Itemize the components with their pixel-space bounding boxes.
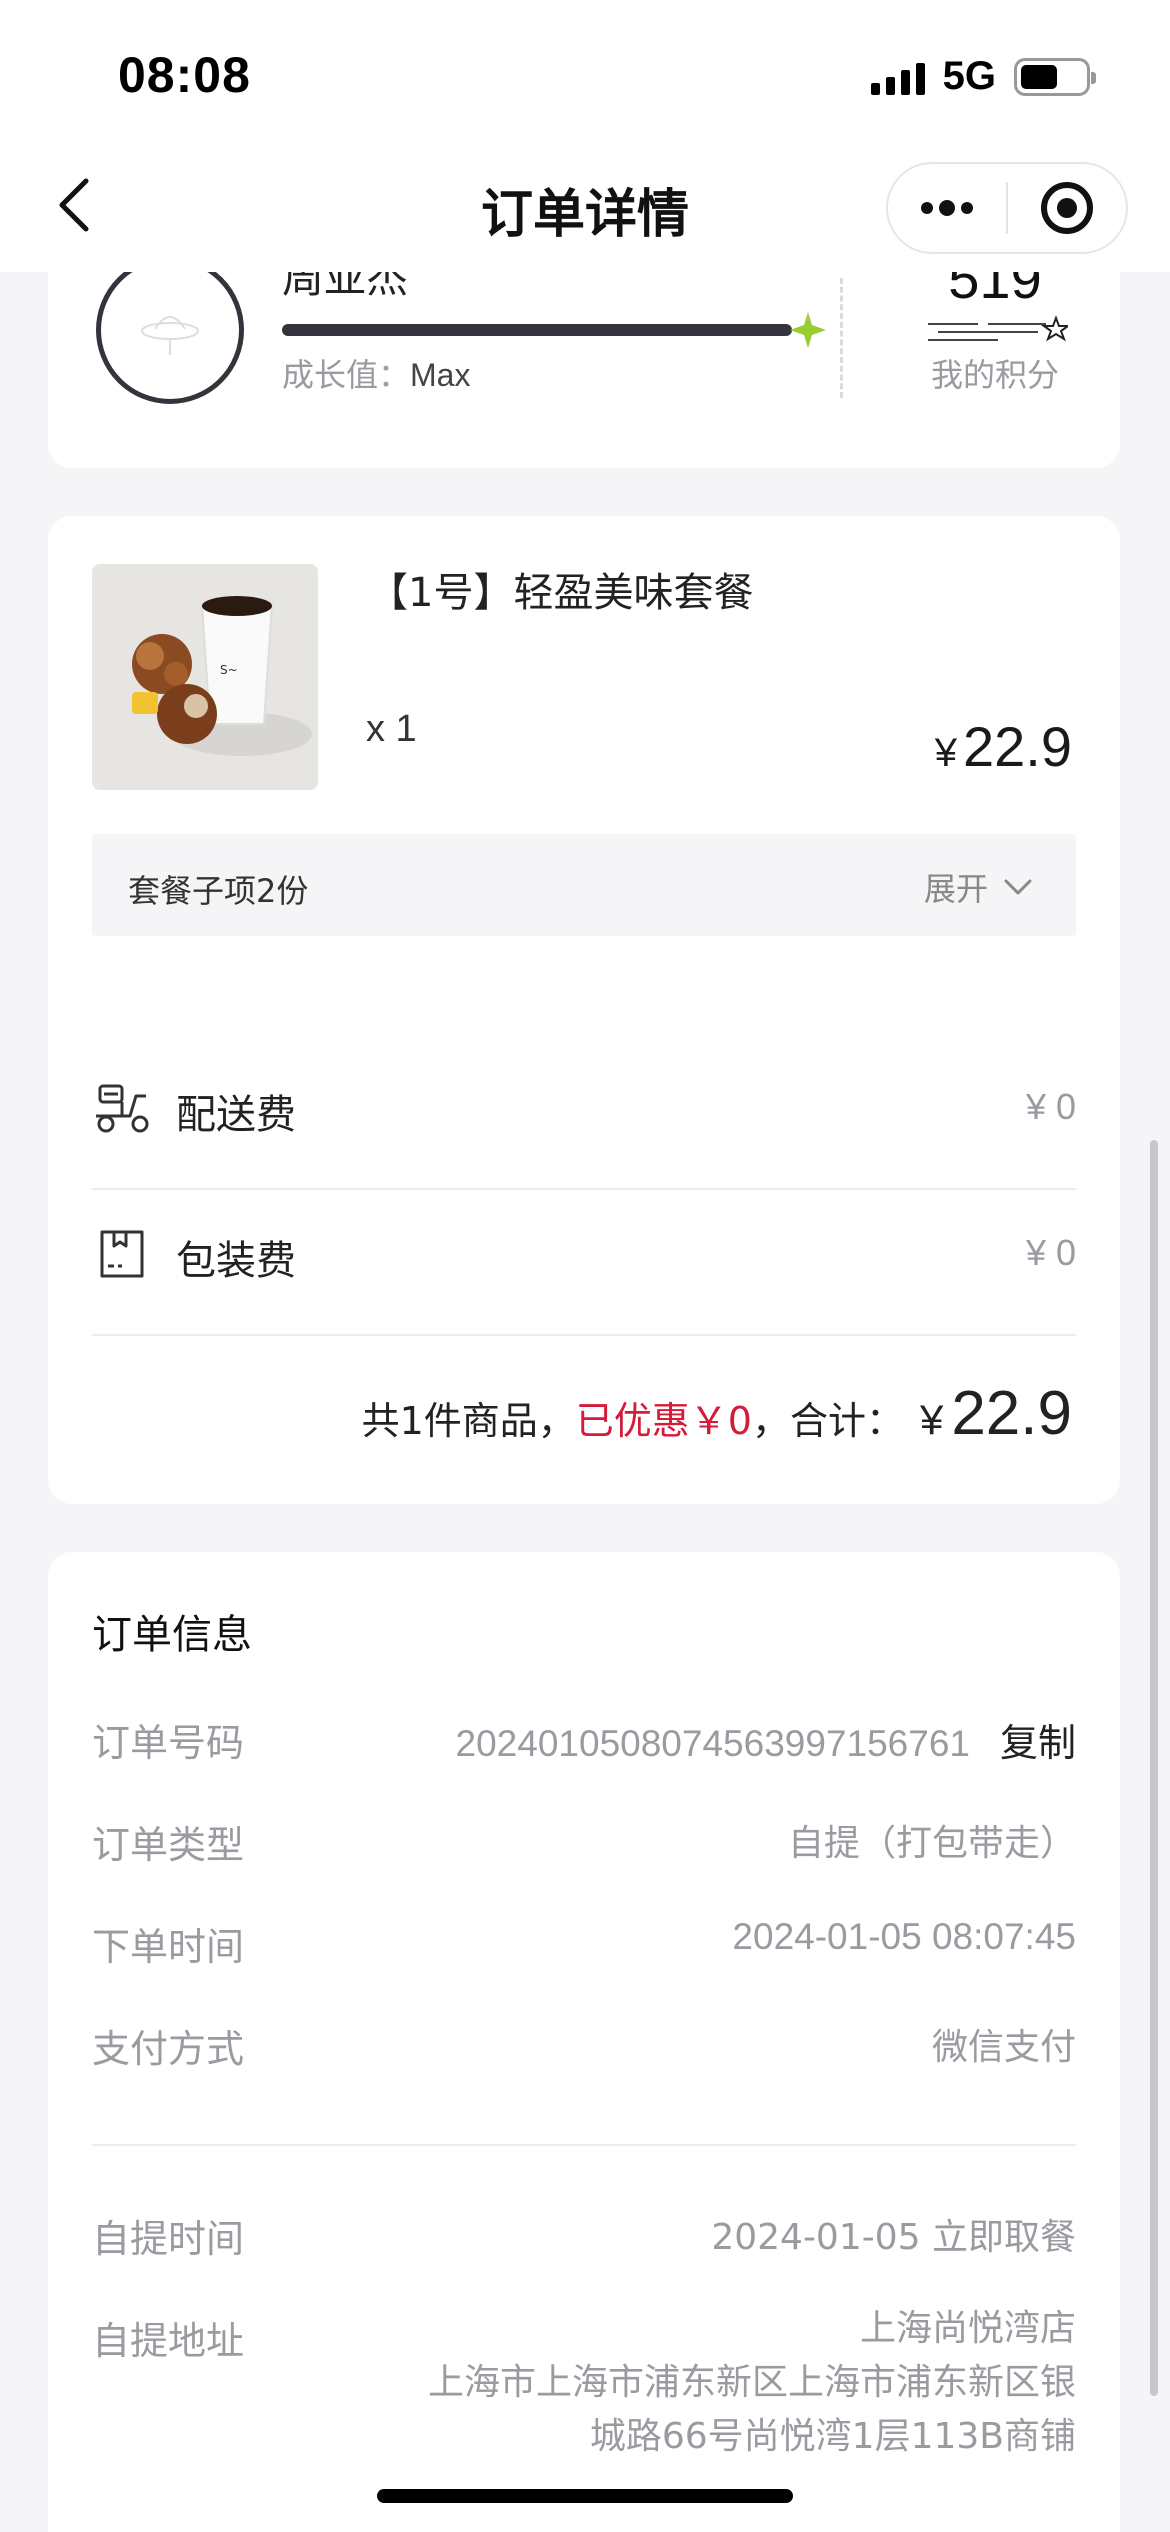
avatar[interactable] [96, 256, 244, 404]
info-value: 2024-01-05 立即取餐 [711, 2217, 1076, 2258]
growth-label: 成长值： [282, 356, 411, 394]
info-key: 订单类型 [92, 1823, 245, 1867]
order-total-row: 共1件商品， 已优惠￥0 ，合计： ¥ 22.9 [362, 1378, 1072, 1449]
expand-label: 展开 [923, 870, 988, 908]
fee-value: ¥ 0 [1025, 1232, 1076, 1273]
points-decor-icon [928, 315, 1068, 342]
scrollbar[interactable] [1150, 1140, 1158, 2396]
chevron-down-icon [1004, 879, 1032, 895]
expand-toggle[interactable]: 展开 [924, 864, 1032, 910]
copy-button[interactable]: 复制 [1000, 1723, 1076, 1765]
battery-icon [1014, 57, 1096, 96]
mini-program-capsule [886, 162, 1128, 254]
divider [92, 1334, 1076, 1336]
info-value: 自提（打包带走） [787, 1823, 1076, 1864]
pickup-address[interactable]: 上海尚悦湾店 上海市上海市浦东新区上海市浦东新区银 城路66号尚悦湾1层113B… [428, 2302, 1076, 2464]
signal-icon [870, 59, 925, 95]
product-photo-illustration: S~ [92, 564, 318, 790]
info-value: 2024-01-05 08:07:45 [732, 1916, 1076, 1957]
status-time: 08:08 [118, 47, 251, 103]
price-amount: 22.9 [963, 715, 1072, 778]
product-image[interactable]: S~ [92, 564, 318, 790]
order-info-card: 订单信息 订单号码 2024010508074563997156761 复制 订单… [48, 1552, 1120, 2532]
discount-text: 已优惠￥0 [575, 1399, 752, 1443]
currency-symbol: ¥ [934, 731, 957, 775]
total-amount: 22.9 [951, 1379, 1072, 1448]
sub-items-label: 套餐子项2份 [128, 872, 309, 910]
address-line: 上海尚悦湾店 [859, 2308, 1076, 2349]
target-circle-icon [1041, 182, 1093, 234]
close-mini-program-button[interactable] [1008, 164, 1126, 252]
network-type: 5G [942, 54, 996, 98]
order-detail-page: 08:08 5G 订单详情 周亚杰 成长值：Max 519 我的积分 S~ 【1… [0, 0, 1170, 2532]
growth-value-row: 成长值：Max [282, 350, 470, 396]
avatar-ufo-icon [141, 316, 199, 355]
product-name: 【1号】轻盈美味套餐 [368, 570, 754, 616]
address-line: 城路66号尚悦湾1层113B商铺 [589, 2416, 1076, 2457]
divider [92, 2144, 1076, 2146]
growth-progress-bar [282, 324, 792, 336]
info-value: 微信支付 [931, 2027, 1076, 2068]
growth-value: Max [410, 357, 471, 393]
home-indicator[interactable] [377, 2489, 793, 2503]
info-key: 自提地址 [92, 2319, 245, 2363]
product-quantity: x 1 [366, 708, 417, 750]
address-line: 上海市上海市浦东新区上海市浦东新区银 [427, 2362, 1076, 2403]
total-currency: ¥ [919, 1396, 944, 1443]
info-key: 订单号码 [92, 1721, 245, 1765]
dashed-divider [840, 278, 843, 398]
info-key: 自提时间 [92, 2217, 245, 2261]
order-number-value[interactable]: 2024010508074563997156761 [456, 1723, 970, 1764]
points-label: 我的积分 [930, 356, 1059, 394]
delivery-scooter-icon [96, 1084, 149, 1133]
fee-label: 包装费 [176, 1238, 296, 1284]
info-key: 支付方式 [92, 2027, 245, 2071]
product-price: ¥22.9 [935, 714, 1072, 779]
packaging-fee-row: 包装费 ¥ 0 [92, 1182, 1076, 1328]
delivery-fee-row: 配送费 ¥ 0 [92, 1036, 1076, 1182]
more-dots-icon [921, 200, 973, 216]
sparkle-star-icon [790, 312, 826, 348]
more-button[interactable] [888, 164, 1006, 252]
info-key: 下单时间 [92, 1925, 245, 1969]
total-prefix: ，合计： [751, 1399, 904, 1443]
item-count-text: 共1件商品， [361, 1399, 576, 1443]
fee-label: 配送费 [176, 1092, 296, 1138]
top-bar: 08:08 5G 订单详情 [0, 0, 1170, 272]
package-box-icon [100, 1230, 144, 1278]
status-indicators: 5G [870, 54, 1096, 99]
fee-value: ¥ 0 [1025, 1086, 1076, 1127]
info-value: 2024010508074563997156761 复制 [456, 1712, 1076, 1767]
order-info-title: 订单信息 [92, 1612, 252, 1658]
sub-items-bar[interactable]: 套餐子项2份 展开 [92, 834, 1076, 936]
product-card: S~ 【1号】轻盈美味套餐 x 1 ¥22.9 套餐子项2份 展开 配送费 ¥ … [48, 516, 1120, 1504]
svg-text:S~: S~ [220, 663, 238, 677]
